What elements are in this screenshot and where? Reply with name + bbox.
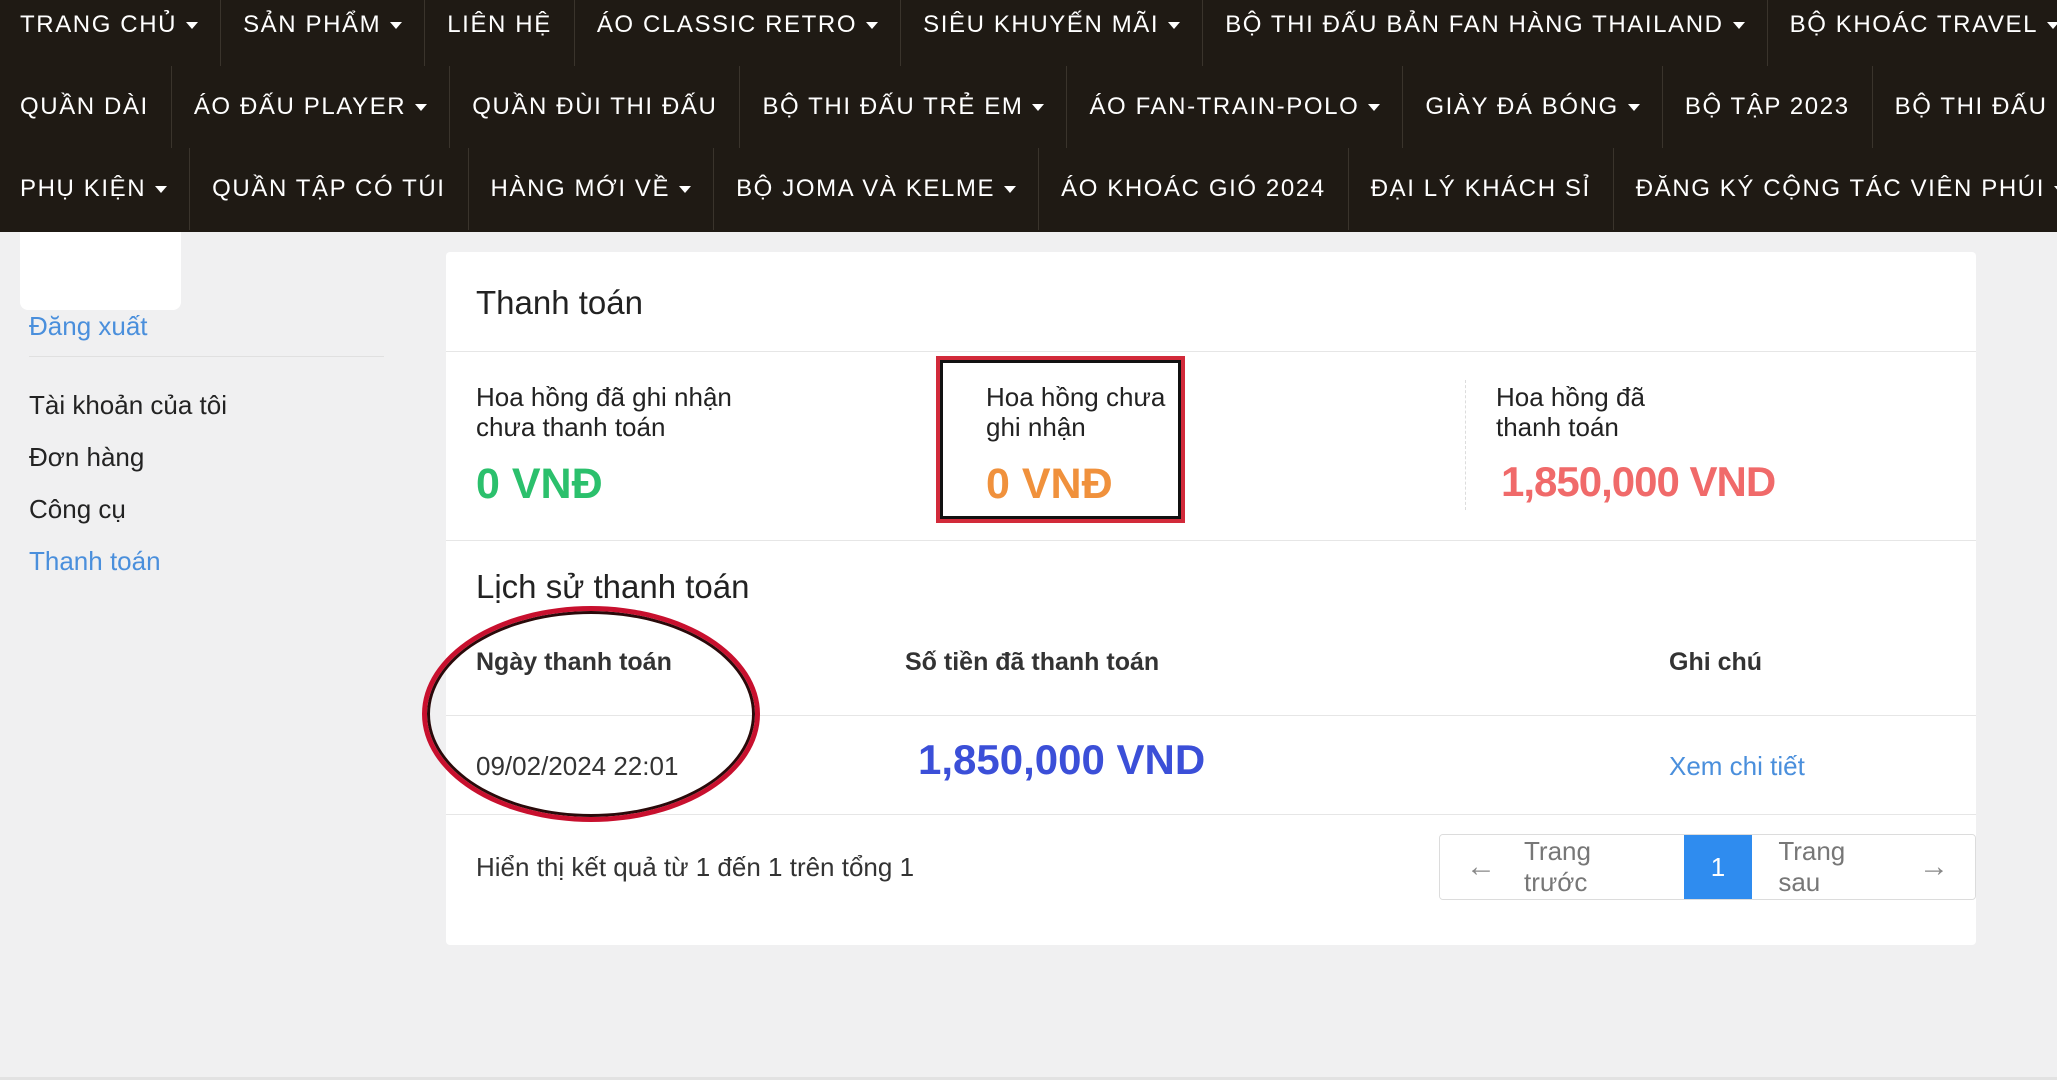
divider — [446, 715, 1976, 716]
column-header-amount: Số tiền đã thanh toán — [905, 648, 1160, 676]
nav-label: ÁO FAN-TRAIN-POLO — [1089, 93, 1360, 120]
column-header-date: Ngày thanh toán — [476, 648, 672, 676]
nav-row-1: TRANG CHỦ SẢN PHẨM LIÊN HỆ ÁO CLASSIC RE… — [0, 0, 2057, 66]
nav-label: SẢN PHẨM — [243, 11, 382, 38]
nav-label: GIÀY ĐÁ BÓNG — [1425, 93, 1619, 120]
nav-label: QUẦN DÀI — [20, 93, 149, 120]
nav-label: HÀNG MỚI VỀ — [490, 175, 671, 202]
nav-item-bo-thi-dau-player[interactable]: BỘ THI ĐẤU PLAYER — [1873, 66, 2057, 148]
next-page-button[interactable]: Trang sau → — [1752, 835, 1975, 899]
divider — [446, 814, 1976, 815]
stat-unrecorded-label: Hoa hồng chưa ghi nhận — [986, 382, 1166, 442]
payment-amount: 1,850,000 VND — [918, 736, 1206, 783]
history-title: Lịch sử thanh toán — [476, 568, 750, 605]
nav-item-giay-da-bong[interactable]: GIÀY ĐÁ BÓNG — [1403, 66, 1663, 148]
arrow-left-icon: ← — [1466, 850, 1496, 883]
caret-down-icon — [866, 21, 879, 29]
sidebar-item-payment[interactable]: Thanh toán — [29, 546, 161, 577]
view-details-link[interactable]: Xem chi tiết — [1669, 751, 1805, 782]
nav-label: SIÊU KHUYẾN MÃI — [923, 11, 1160, 38]
caret-down-icon — [1032, 103, 1045, 111]
nav-item-bo-thi-dau-thailand[interactable]: BỘ THI ĐẤU BẢN FAN HÀNG THAILAND — [1203, 0, 1768, 66]
nav-item-ao-dau-player[interactable]: ÁO ĐẤU PLAYER — [172, 66, 451, 148]
next-page-label: Trang sau — [1778, 836, 1846, 897]
caret-down-icon — [1168, 21, 1181, 29]
nav-label: ÁO KHOÁC GIÓ 2024 — [1061, 175, 1326, 202]
nav-item-trang-chu[interactable]: TRANG CHỦ — [0, 0, 222, 66]
results-summary: Hiển thị kết quả từ 1 đến 1 trên tổng 1 — [476, 852, 915, 882]
caret-down-icon — [186, 21, 199, 29]
nav-item-bo-joma-kelme[interactable]: BỘ JOMA VÀ KELME — [714, 148, 1040, 230]
nav-label: BỘ THI ĐẤU BẢN FAN HÀNG THAILAND — [1225, 11, 1724, 38]
nav-item-quan-tap-co-tui[interactable]: QUẦN TẬP CÓ TÚI — [190, 148, 469, 230]
stat-divider — [1465, 380, 1466, 510]
stat-paid-label: Hoa hồng đã thanh toán — [1496, 382, 1645, 442]
caret-down-icon — [1627, 103, 1640, 111]
nav-item-bo-tap-2023[interactable]: BỘ TẬP 2023 — [1663, 66, 1873, 148]
nav-label: QUẦN ĐÙI THI ĐẤU — [472, 93, 718, 120]
caret-down-icon — [1004, 185, 1017, 193]
nav-label: ĐẠI LÝ KHÁCH SỈ — [1370, 175, 1591, 202]
nav-item-lien-he[interactable]: LIÊN HỆ — [425, 0, 575, 66]
divider — [446, 540, 1976, 541]
avatar — [20, 232, 181, 310]
nav-item-ao-classic-retro[interactable]: ÁO CLASSIC RETRO — [575, 0, 902, 66]
stat-recorded-unpaid-label: Hoa hồng đã ghi nhận chưa thanh toán — [476, 382, 732, 442]
caret-down-icon — [390, 21, 403, 29]
nav-label: BỘ JOMA VÀ KELME — [736, 175, 996, 202]
payment-card: Thanh toán Hoa hồng đã ghi nhận chưa tha… — [446, 252, 1976, 945]
stat-recorded-unpaid-value: 0 VNĐ — [476, 460, 603, 508]
caret-down-icon — [1732, 21, 1745, 29]
column-header-note: Ghi chú — [1669, 648, 1763, 676]
sidebar-divider — [29, 356, 384, 357]
payment-date: 09/02/2024 22:01 — [476, 751, 679, 781]
pagination: ← Trang trước 1 Trang sau → — [1439, 834, 1976, 900]
caret-down-icon — [1368, 103, 1381, 111]
nav-label: QUẦN TẬP CÓ TÚI — [212, 175, 446, 202]
nav-item-hang-moi-ve[interactable]: HÀNG MỚI VỀ — [469, 148, 715, 230]
prev-page-label: Trang trước — [1524, 836, 1591, 897]
nav-item-dang-ky-ctv[interactable]: ĐĂNG KÝ CỘNG TÁC VIÊN PHÚI — [1614, 148, 2057, 230]
nav-row-2: QUẦN DÀI ÁO ĐẤU PLAYER QUẦN ĐÙI THI ĐẤU … — [0, 66, 2057, 148]
caret-down-icon — [415, 103, 428, 111]
caret-down-icon — [155, 185, 168, 193]
sidebar-item-orders[interactable]: Đơn hàng — [29, 442, 144, 473]
nav-label: PHỤ KIỆN — [20, 175, 147, 202]
page-number-current[interactable]: 1 — [1683, 835, 1753, 899]
nav-item-quan-dai[interactable]: QUẦN DÀI — [0, 66, 172, 148]
caret-down-icon — [2047, 21, 2057, 29]
nav-label: BỘ TẬP 2023 — [1684, 93, 1850, 120]
nav-item-quan-dui-thi-dau[interactable]: QUẦN ĐÙI THI ĐẤU — [450, 66, 741, 148]
nav-item-bo-thi-dau-tre-em[interactable]: BỘ THI ĐẤU TRẺ EM — [740, 66, 1068, 148]
prev-page-button[interactable]: ← Trang trước — [1440, 835, 1684, 899]
nav-label: TRANG CHỦ — [20, 11, 178, 38]
nav-row-3: PHỤ KIỆN QUẦN TẬP CÓ TÚI HÀNG MỚI VỀ BỘ … — [0, 148, 2057, 230]
nav-item-bo-khoac-travel[interactable]: BỘ KHOÁC TRAVEL — [1768, 0, 2057, 66]
main-navigation: TRANG CHỦ SẢN PHẨM LIÊN HỆ ÁO CLASSIC RE… — [0, 0, 2057, 232]
nav-label: BỘ THI ĐẤU PLAYER — [1894, 93, 2057, 120]
nav-item-sieu-khuyen-mai[interactable]: SIÊU KHUYẾN MÃI — [901, 0, 1204, 66]
nav-label: LIÊN HỆ — [447, 11, 552, 38]
caret-down-icon — [679, 185, 692, 193]
sidebar-item-tools[interactable]: Công cụ — [29, 494, 126, 525]
arrow-right-icon: → — [1919, 850, 1949, 883]
nav-item-ao-khoac-gio-2024[interactable]: ÁO KHOÁC GIÓ 2024 — [1039, 148, 1349, 230]
nav-label: ĐĂNG KÝ CỘNG TÁC VIÊN PHÚI — [1635, 175, 2045, 202]
nav-label: ÁO CLASSIC RETRO — [596, 11, 858, 38]
nav-label: BỘ THI ĐẤU TRẺ EM — [762, 93, 1024, 120]
logout-link[interactable]: Đăng xuất — [29, 311, 148, 342]
nav-item-dai-ly-khach-si[interactable]: ĐẠI LÝ KHÁCH SỈ — [1349, 148, 1614, 230]
nav-item-ao-fan-train-polo[interactable]: ÁO FAN-TRAIN-POLO — [1067, 66, 1404, 148]
page-title: Thanh toán — [476, 284, 643, 321]
nav-label: ÁO ĐẤU PLAYER — [193, 93, 407, 120]
nav-item-phu-kien[interactable]: PHỤ KIỆN — [0, 148, 191, 230]
nav-item-san-pham[interactable]: SẢN PHẨM — [221, 0, 426, 66]
sidebar-item-my-account[interactable]: Tài khoản của tôi — [29, 390, 227, 421]
stat-paid-value: 1,850,000 VND — [1501, 458, 1776, 505]
nav-label: BỘ KHOÁC TRAVEL — [1789, 11, 2039, 38]
stat-unrecorded-value: 0 VNĐ — [986, 460, 1113, 508]
divider — [446, 351, 1976, 352]
